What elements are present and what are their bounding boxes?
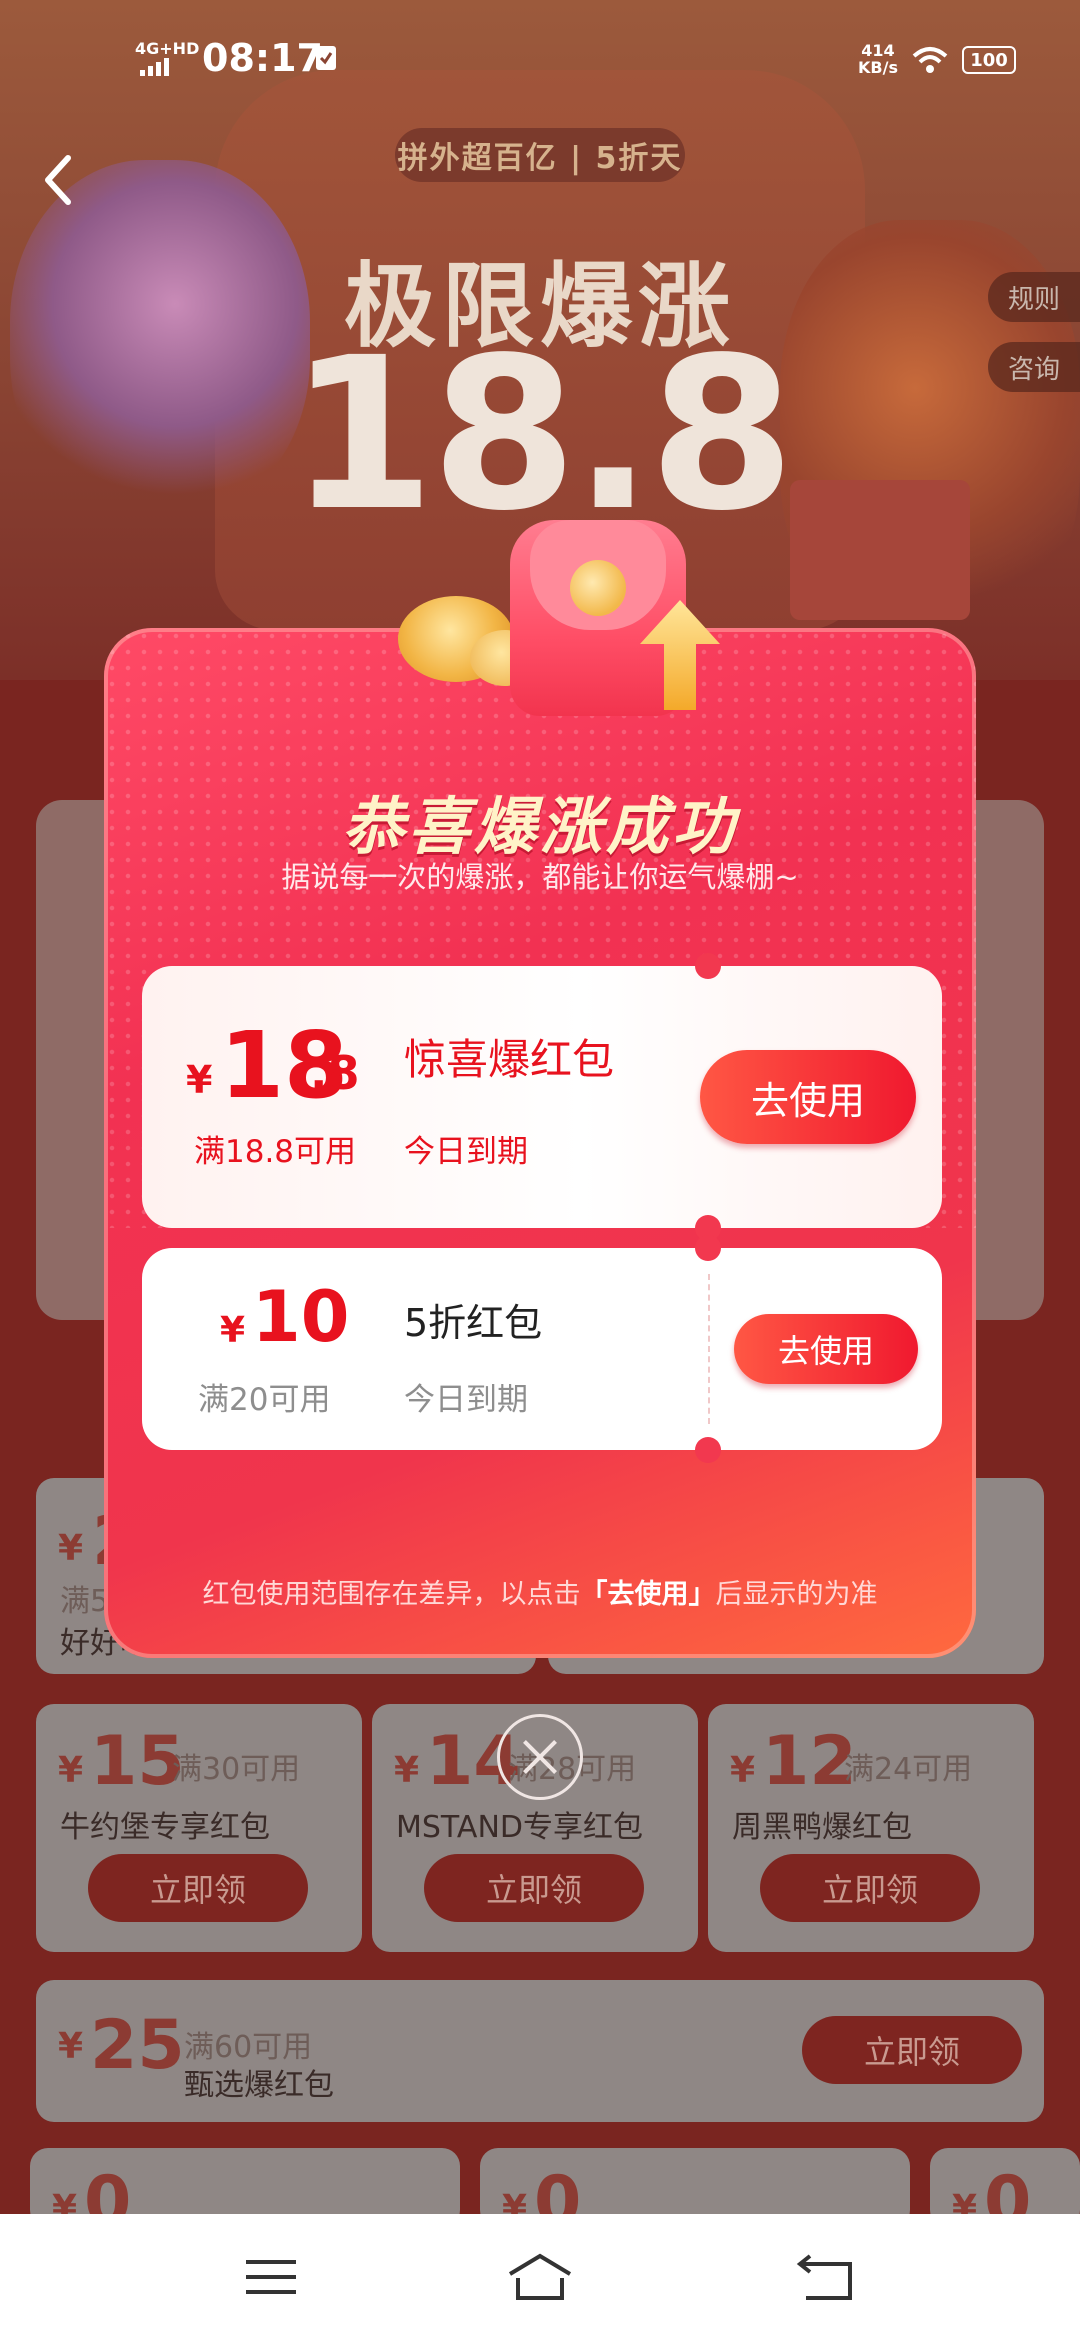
bg-coupon-value: 15 (90, 1722, 185, 1801)
coupon-card[interactable]: ¥ 10 满20可用 5折红包 今日到期 去使用 (142, 1235, 942, 1463)
coupon-amount-decimal: .8 (310, 1046, 360, 1100)
signal-icon (140, 58, 169, 76)
network-indicator: 4G+HD (135, 39, 200, 58)
home-icon[interactable] (506, 2252, 574, 2302)
bg-coupon-yen: ¥ (58, 1528, 84, 1569)
success-dialog: 恭喜爆涨成功 据说每一次的爆涨，都能让你运气爆棚~ ¥ 18 .8 满18.8可… (104, 628, 976, 1658)
bg-coupon-cond: 满5 (60, 1584, 110, 1619)
return-icon[interactable] (796, 2252, 856, 2302)
wifi-icon (912, 47, 948, 73)
clock: 08:17 (202, 36, 323, 80)
bg-coupon-cond: 满24可用 (844, 1752, 973, 1787)
consult-tab[interactable]: 咨询 (988, 342, 1080, 392)
note-highlight: 「去使用」 (580, 1579, 716, 1610)
bg-coupon-yen: ¥ (730, 1750, 756, 1791)
menu-icon[interactable] (246, 2258, 296, 2296)
bg-coupon-yen: ¥ (394, 1750, 420, 1791)
envelope-seal-icon (570, 560, 626, 616)
claim-button[interactable]: 立即领 (760, 1854, 980, 1922)
coupon-condition: 满18.8可用 (194, 1134, 357, 1170)
coupon-condition: 满20可用 (198, 1382, 331, 1418)
claim-button[interactable]: 立即领 (424, 1854, 644, 1922)
coupon-divider (708, 1274, 710, 1424)
coupon-yen: ¥ (220, 1310, 246, 1351)
bg-coupon-value: 12 (762, 1722, 857, 1801)
coupon-notch (695, 953, 721, 979)
bg-coupon-name: MSTAND专享红包 (396, 1810, 643, 1845)
notification-icon (316, 46, 336, 70)
dialog-title: 恭喜爆涨成功 (341, 790, 738, 863)
dialog-subtitle: 据说每一次的爆涨，都能让你运气爆棚~ (281, 860, 799, 894)
coupon-expiry: 今日到期 (404, 1134, 528, 1170)
close-icon[interactable] (497, 1714, 583, 1800)
bg-coupon-name: 周黑鸭爆红包 (732, 1810, 912, 1845)
battery-indicator: 100 (962, 46, 1016, 74)
bg-coupon-name: 甄选爆红包 (184, 2068, 334, 2103)
coupon-notch (695, 1437, 721, 1463)
back-arrow-icon[interactable] (38, 150, 78, 210)
claim-button[interactable]: 立即领 (88, 1854, 308, 1922)
note-text: 红包使用范围存在差异，以点击 (202, 1579, 581, 1610)
bg-coupon-card[interactable]: ¥ 12 满24可用 周黑鸭爆红包 立即领 (708, 1704, 1034, 1952)
coupon-amount: 10 (252, 1276, 350, 1358)
rules-tab[interactable]: 规则 (988, 272, 1080, 322)
speed-unit: KB/s (858, 58, 898, 77)
note-text-end: 后显示的为准 (715, 1579, 878, 1610)
bg-coupon-card[interactable]: ¥ 25 满60可用 甄选爆红包 立即领 (36, 1980, 1044, 2122)
coupon-notch (695, 1235, 721, 1261)
bg-coupon-value: 25 (90, 2006, 185, 2085)
claim-button[interactable]: 立即领 (802, 2016, 1022, 2084)
status-bar: 4G+HD 08:17 414 KB/s 100 (0, 0, 1080, 120)
hero-number: 18.8 (288, 312, 795, 557)
coupon-card[interactable]: ¥ 18 .8 满18.8可用 惊喜爆红包 今日到期 去使用 (142, 953, 942, 1241)
use-button[interactable]: 去使用 (700, 1050, 916, 1144)
bg-coupon-yen: ¥ (58, 1750, 84, 1791)
bg-coupon-cond: 满30可用 (172, 1752, 301, 1787)
coupon-name: 惊喜爆红包 (404, 1035, 615, 1084)
coupon-expiry: 今日到期 (404, 1382, 528, 1418)
bg-coupon-name: 牛约堡专享红包 (60, 1810, 270, 1845)
bg-coupon-card[interactable]: ¥ 15 满30可用 牛约堡专享红包 立即领 (36, 1704, 362, 1952)
network-speed: 414 KB/s (858, 42, 898, 76)
event-banner: 拼外超百亿 | 5折天 (395, 128, 685, 182)
dialog-note: 红包使用范围存在差异，以点击「去使用」后显示的为准 (104, 1572, 976, 1611)
coupon-name: 5折红包 (404, 1301, 543, 1345)
use-button[interactable]: 去使用 (734, 1314, 918, 1384)
coupon-yen: ¥ (186, 1058, 213, 1102)
bg-coupon-yen: ¥ (58, 2026, 84, 2067)
